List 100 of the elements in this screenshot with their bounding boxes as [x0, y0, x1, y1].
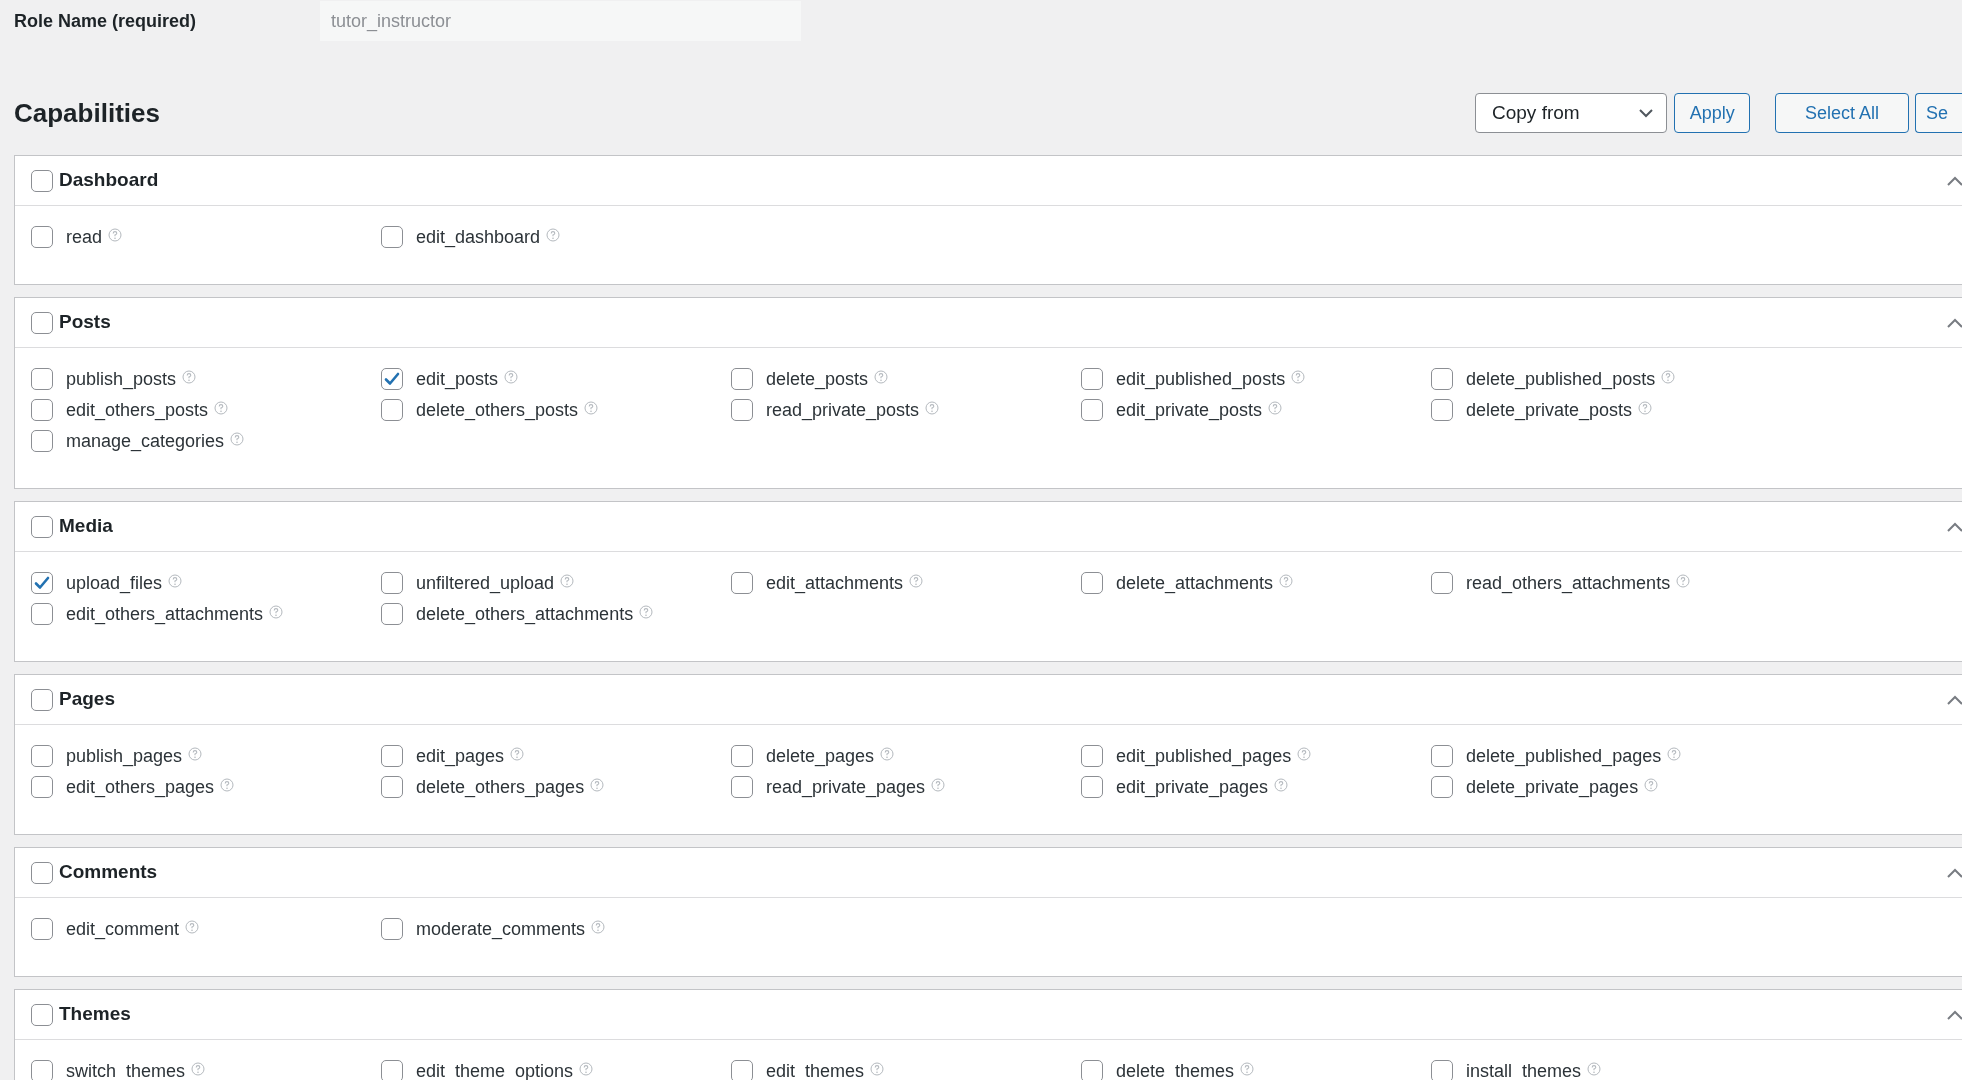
chevron-up-icon[interactable] [1946, 866, 1962, 879]
capability-label: delete_others_pages [416, 775, 585, 800]
help-icon[interactable] [1274, 778, 1289, 792]
help-icon[interactable] [230, 432, 245, 446]
checkbox[interactable] [31, 226, 53, 248]
checkbox[interactable] [31, 311, 53, 334]
capability-label: publish_posts [66, 367, 177, 392]
checkbox[interactable] [1431, 368, 1453, 390]
chevron-up-icon[interactable] [1946, 174, 1962, 187]
checkbox[interactable] [381, 368, 403, 390]
checkbox[interactable] [31, 918, 53, 940]
checkbox[interactable] [1081, 368, 1103, 390]
help-icon[interactable] [1587, 1062, 1602, 1076]
help-icon[interactable] [546, 228, 561, 242]
help-icon[interactable] [591, 920, 606, 934]
checkbox[interactable] [31, 688, 53, 711]
help-icon[interactable] [1279, 574, 1294, 588]
help-icon[interactable] [191, 1062, 206, 1076]
help-icon[interactable] [1268, 401, 1283, 415]
help-icon[interactable] [108, 228, 123, 242]
help-icon[interactable] [909, 574, 924, 588]
help-icon[interactable] [269, 605, 284, 619]
role-name-input[interactable]: tutor_instructor [320, 1, 801, 41]
capability-label: edit_private_posts [1116, 398, 1263, 423]
checkbox[interactable] [31, 776, 53, 798]
checkbox[interactable] [31, 603, 53, 625]
help-icon[interactable] [560, 574, 575, 588]
checkbox[interactable] [31, 745, 53, 767]
help-icon[interactable] [214, 401, 229, 415]
chevron-up-icon[interactable] [1946, 1008, 1962, 1021]
checkbox[interactable] [381, 399, 403, 421]
help-icon[interactable] [1661, 370, 1676, 384]
help-icon[interactable] [510, 747, 525, 761]
capability-label: edit_dashboard [416, 225, 541, 250]
apply-button[interactable]: Apply [1674, 93, 1750, 133]
checkbox[interactable] [1081, 745, 1103, 767]
help-icon[interactable] [880, 747, 895, 761]
capability-label: edit_attachments [766, 571, 904, 596]
help-icon[interactable] [168, 574, 183, 588]
help-icon[interactable] [504, 370, 519, 384]
help-icon[interactable] [220, 778, 235, 792]
role-name-label: Role Name (required) [14, 9, 198, 33]
help-icon[interactable] [870, 1062, 885, 1076]
checkbox[interactable] [731, 776, 753, 798]
checkbox[interactable] [1431, 1060, 1453, 1080]
group-title: Pages [59, 687, 116, 712]
checkbox[interactable] [1431, 776, 1453, 798]
help-icon[interactable] [1644, 778, 1659, 792]
help-icon[interactable] [584, 401, 599, 415]
help-icon[interactable] [925, 401, 940, 415]
checkbox[interactable] [1081, 776, 1103, 798]
help-icon[interactable] [185, 920, 200, 934]
checkbox[interactable] [31, 1060, 53, 1080]
checkbox[interactable] [1081, 572, 1103, 594]
checkbox[interactable] [1081, 399, 1103, 421]
help-icon[interactable] [1676, 574, 1691, 588]
capabilities-heading: Capabilities [14, 96, 161, 130]
checkbox[interactable] [731, 745, 753, 767]
checkbox[interactable] [31, 515, 53, 538]
checkbox[interactable] [381, 603, 403, 625]
checkbox[interactable] [31, 399, 53, 421]
checkbox[interactable] [381, 226, 403, 248]
checkbox[interactable] [31, 169, 53, 192]
help-icon[interactable] [874, 370, 889, 384]
checkbox[interactable] [381, 572, 403, 594]
checkbox[interactable] [1081, 1060, 1103, 1080]
help-icon[interactable] [1667, 747, 1682, 761]
cut-off-button[interactable]: Se [1915, 93, 1962, 133]
checkbox[interactable] [731, 368, 753, 390]
help-icon[interactable] [579, 1062, 594, 1076]
checkbox[interactable] [731, 399, 753, 421]
checkbox[interactable] [381, 776, 403, 798]
checkbox[interactable] [381, 1060, 403, 1080]
help-icon[interactable] [1297, 747, 1312, 761]
checkbox[interactable] [731, 1060, 753, 1080]
help-icon[interactable] [188, 747, 203, 761]
chevron-up-icon[interactable] [1946, 520, 1962, 533]
chevron-up-icon[interactable] [1946, 693, 1962, 706]
help-icon[interactable] [1638, 401, 1653, 415]
select-all-button[interactable]: Select All [1774, 93, 1909, 133]
checkbox[interactable] [731, 572, 753, 594]
chevron-up-icon[interactable] [1946, 316, 1962, 329]
checkbox[interactable] [31, 572, 53, 594]
checkbox[interactable] [381, 745, 403, 767]
help-icon[interactable] [182, 370, 197, 384]
checkbox[interactable] [31, 1003, 53, 1026]
help-icon[interactable] [639, 605, 654, 619]
checkbox[interactable] [381, 918, 403, 940]
help-icon[interactable] [1240, 1062, 1255, 1076]
checkbox[interactable] [31, 430, 53, 452]
help-icon[interactable] [931, 778, 946, 792]
help-icon[interactable] [590, 778, 605, 792]
copy-from-select[interactable]: Copy from [1475, 93, 1668, 133]
checkbox[interactable] [31, 368, 53, 390]
capability-label: edit_themes [766, 1059, 865, 1080]
help-icon[interactable] [1291, 370, 1306, 384]
checkbox[interactable] [31, 861, 53, 884]
checkbox[interactable] [1431, 572, 1453, 594]
checkbox[interactable] [1431, 399, 1453, 421]
checkbox[interactable] [1431, 745, 1453, 767]
